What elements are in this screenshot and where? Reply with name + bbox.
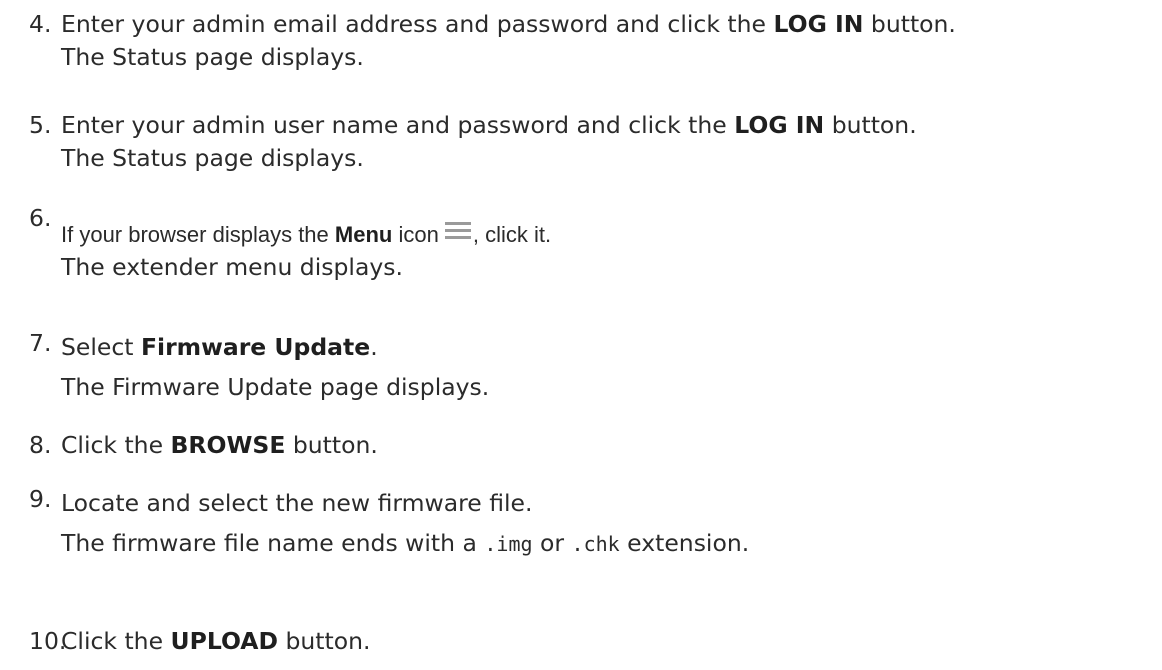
instruction-text: icon <box>392 222 439 247</box>
step-text: Locate and select the new firmware file.… <box>61 483 749 564</box>
instruction-text: Click the <box>61 627 171 655</box>
file-extension-chk: .chk <box>571 532 620 556</box>
step-result: The Status page displays. <box>61 43 364 71</box>
step-instruction: Enter your admin user name and password … <box>61 109 917 142</box>
step-number: 7. <box>29 329 52 357</box>
step-number: 4. <box>29 10 52 38</box>
instruction-text: extension. <box>619 529 750 557</box>
step-instruction: Enter your admin email address and passw… <box>61 8 956 41</box>
step-text: If your browser displays the Menu icon , … <box>61 218 551 284</box>
step-number: 8. <box>29 431 52 459</box>
step-text: Click the UPLOAD button. <box>61 625 370 658</box>
file-extension-img: .img <box>484 532 533 556</box>
step-text: Click the BROWSE button. <box>61 429 378 462</box>
instruction-text: or <box>532 529 572 557</box>
step-number: 9. <box>29 485 52 513</box>
instruction-text: If your browser displays the <box>61 222 335 247</box>
bold-label: LOG IN <box>773 10 864 38</box>
step-text: Enter your admin email address and passw… <box>61 8 956 74</box>
step-instruction: Click the UPLOAD button. <box>61 625 370 658</box>
instruction-text: button. <box>824 111 917 139</box>
step-result: The Firmware Update page displays. <box>61 373 490 401</box>
instruction-text: The firmware file name ends with a <box>61 529 485 557</box>
step-result: The Status page displays. <box>61 144 364 172</box>
step-instruction: Locate and select the new firmware file. <box>61 489 533 517</box>
step-number: 6. <box>29 204 52 232</box>
instruction-text: button. <box>278 627 371 655</box>
instruction-text: Click the <box>61 431 171 459</box>
bold-label: UPLOAD <box>170 627 278 655</box>
step-instruction: Click the BROWSE button. <box>61 429 378 462</box>
bold-label: LOG IN <box>734 111 825 139</box>
instruction-text: Select <box>61 333 141 361</box>
step-text: Select Firmware Update. The Firmware Upd… <box>61 327 489 407</box>
step-text: Enter your admin user name and password … <box>61 109 917 175</box>
instruction-text: Enter your admin email address and passw… <box>61 10 774 38</box>
step-number: 5. <box>29 111 52 139</box>
step-result: The extender menu displays. <box>61 253 403 281</box>
bold-label: Firmware Update <box>140 333 371 361</box>
instruction-text: , click it. <box>472 222 552 247</box>
instruction-text: . <box>370 333 378 361</box>
step-instruction: Select Firmware Update. <box>61 327 489 367</box>
instruction-text: button. <box>285 431 378 459</box>
bold-label: BROWSE <box>170 431 286 459</box>
hamburger-menu-icon <box>444 222 471 242</box>
step-result: The firmware file name ends with a .img … <box>61 523 749 564</box>
instruction-text: Enter your admin user name and password … <box>61 111 735 139</box>
bold-label: Menu <box>334 222 393 247</box>
instruction-text: button. <box>863 10 956 38</box>
step-instruction: If your browser displays the Menu icon , … <box>61 218 551 251</box>
